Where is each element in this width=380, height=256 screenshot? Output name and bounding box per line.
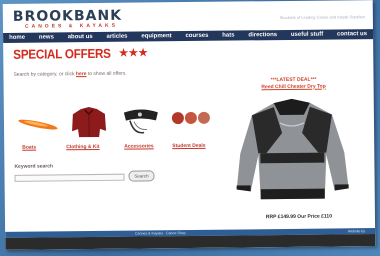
keyword-search-input[interactable] xyxy=(14,173,125,182)
keyword-search-label: Keyword search xyxy=(14,163,54,170)
web-page: BROOKBANK CANOES & KAYAKS Stockists of L… xyxy=(2,0,376,250)
jacket-icon[interactable] xyxy=(68,105,110,139)
nav-hats[interactable]: hats xyxy=(222,33,234,39)
throwbag-icon[interactable] xyxy=(120,104,162,138)
brand-logo[interactable]: BROOKBANK CANOES & KAYAKS xyxy=(12,7,123,30)
nav-equipment[interactable]: equipment xyxy=(141,33,171,39)
site-tagline: Stockists of Leading Canoe and Kayak Sup… xyxy=(279,14,365,21)
category-clothing-link[interactable]: Clothing & Kit xyxy=(66,144,99,150)
nav-contact-us[interactable]: contact us xyxy=(337,31,367,37)
show-all-link[interactable]: here xyxy=(76,71,87,77)
intro-text-end: to show all offers. xyxy=(87,70,127,78)
nav-about-us[interactable]: about us xyxy=(68,34,93,40)
brand-name: BROOKBANK xyxy=(12,7,123,25)
nav-useful-stuff[interactable]: useful stuff xyxy=(291,32,323,38)
nav-articles[interactable]: articles xyxy=(106,34,127,40)
intro-text: Search by category, or click here to sho… xyxy=(13,71,126,78)
nav-directions[interactable]: directions xyxy=(248,32,277,38)
dry-top-image[interactable] xyxy=(232,92,353,203)
category-accessories-link[interactable]: Accessories xyxy=(124,143,154,149)
dots-icon[interactable] xyxy=(170,104,212,138)
kayak-icon[interactable] xyxy=(16,105,58,139)
nav-courses[interactable]: courses xyxy=(185,33,208,39)
footer-credit-text[interactable]: Website by xyxy=(348,229,365,233)
latest-deal-heading: ***LATEST DEAL*** Reed Chill Cheater Dry… xyxy=(242,76,346,90)
category-boats-link[interactable]: Boats xyxy=(22,145,36,151)
page-bottom-band xyxy=(5,234,376,250)
main-nav: home news about us articles equipment co… xyxy=(3,29,374,43)
brand-subtitle: CANOES & KAYAKS xyxy=(24,22,118,30)
nav-home[interactable]: home xyxy=(9,35,25,41)
latest-deal-product-link[interactable]: Reed Chill Cheater Dry Top xyxy=(242,83,346,91)
intro-text-start: Search by category, or click xyxy=(13,71,75,78)
search-button[interactable]: Search xyxy=(128,170,155,182)
page-title: SPECIAL OFFERS xyxy=(13,45,111,62)
deal-price: RRP £149.99 Our Price £110 xyxy=(265,213,333,221)
photo-background: BROOKBANK CANOES & KAYAKS Stockists of L… xyxy=(0,0,380,256)
category-student-link[interactable]: Student Deals xyxy=(172,143,205,149)
title-stars: ★★★ xyxy=(118,45,148,60)
footer-center-text: Canoes & Kayaks · Canoe Shop xyxy=(135,231,186,236)
nav-news[interactable]: news xyxy=(39,34,54,40)
